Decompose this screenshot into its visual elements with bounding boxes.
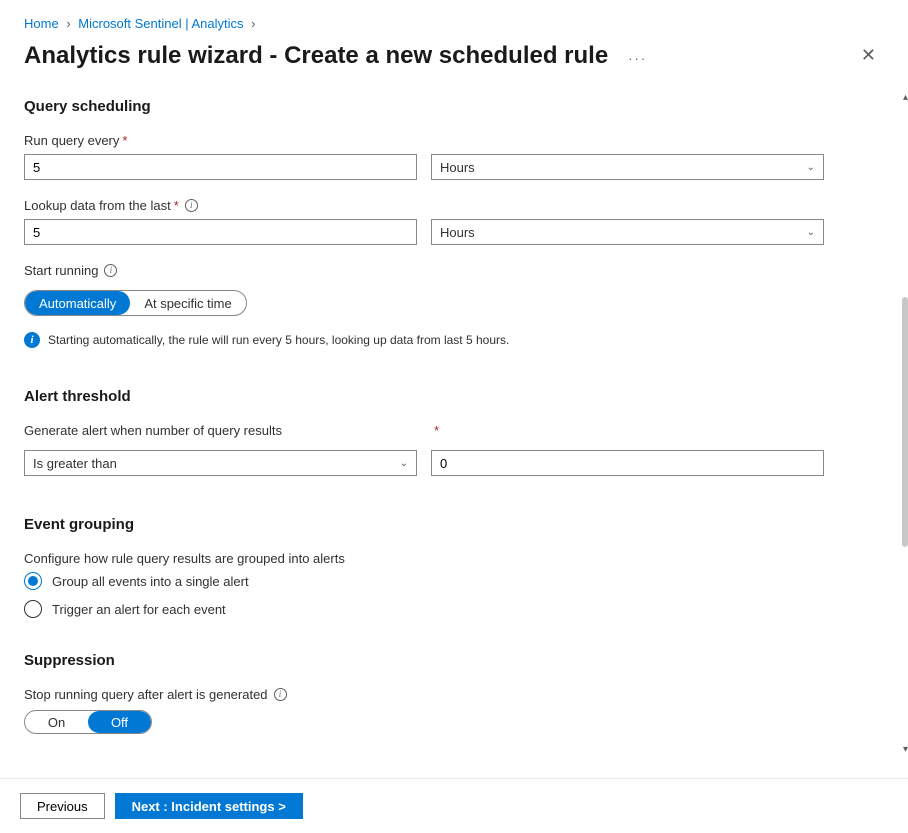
run-every-label: Run query every* [24, 133, 884, 148]
lookup-unit-dropdown[interactable]: Hours ⌄ [431, 219, 824, 245]
alert-threshold-label: Generate alert when number of query resu… [24, 423, 417, 438]
start-running-label: Start running i [24, 263, 884, 278]
radio-trigger-each[interactable]: Trigger an alert for each event [24, 600, 884, 618]
chevron-down-icon: ⌄ [807, 162, 815, 173]
alert-operator-dropdown[interactable]: Is greater than ⌄ [24, 450, 417, 476]
breadcrumb-sentinel[interactable]: Microsoft Sentinel | Analytics [78, 16, 243, 31]
info-banner-text: Starting automatically, the rule will ru… [48, 333, 509, 347]
footer: Previous Next : Incident settings > [0, 778, 908, 833]
radio-icon [24, 600, 42, 618]
suppression-off[interactable]: Off [88, 711, 151, 733]
event-grouping-desc: Configure how rule query results are gro… [24, 551, 884, 566]
start-running-toggle[interactable]: Automatically At specific time [24, 290, 247, 316]
scrollbar-thumb[interactable] [902, 297, 908, 547]
previous-button[interactable]: Previous [20, 793, 105, 819]
scroll-down-arrow[interactable]: ▾ [903, 744, 908, 755]
radio-group-all[interactable]: Group all events into a single alert [24, 572, 884, 590]
chevron-down-icon: ⌄ [400, 458, 408, 469]
scroll-up-arrow[interactable]: ▴ [903, 92, 908, 103]
radio-icon [24, 572, 42, 590]
section-query-scheduling: Query scheduling [24, 98, 884, 115]
lookup-label: Lookup data from the last* i [24, 198, 884, 213]
info-icon[interactable]: i [274, 688, 287, 701]
section-alert-threshold: Alert threshold [24, 388, 884, 405]
section-event-grouping: Event grouping [24, 516, 884, 533]
suppression-label: Stop running query after alert is genera… [24, 687, 884, 702]
start-specific-option[interactable]: At specific time [130, 291, 245, 315]
next-button[interactable]: Next : Incident settings > [115, 793, 303, 819]
run-every-unit-dropdown[interactable]: Hours ⌄ [431, 154, 824, 180]
more-icon[interactable]: ··· [628, 51, 647, 66]
chevron-right-icon: › [251, 16, 255, 31]
start-auto-option[interactable]: Automatically [25, 291, 130, 315]
page-title: Analytics rule wizard - Create a new sch… [24, 42, 608, 70]
run-every-input[interactable] [24, 154, 417, 180]
alert-value-input[interactable] [431, 450, 824, 476]
info-icon[interactable]: i [104, 264, 117, 277]
breadcrumb: Home › Microsoft Sentinel | Analytics › [0, 0, 908, 31]
suppression-toggle[interactable]: On Off [24, 710, 152, 734]
info-icon: i [24, 332, 40, 348]
chevron-down-icon: ⌄ [807, 227, 815, 238]
breadcrumb-home[interactable]: Home [24, 16, 59, 31]
close-icon[interactable]: ✕ [853, 41, 884, 70]
info-icon[interactable]: i [185, 199, 198, 212]
chevron-right-icon: › [66, 16, 70, 31]
section-suppression: Suppression [24, 652, 884, 669]
lookup-input[interactable] [24, 219, 417, 245]
suppression-on[interactable]: On [25, 711, 88, 733]
